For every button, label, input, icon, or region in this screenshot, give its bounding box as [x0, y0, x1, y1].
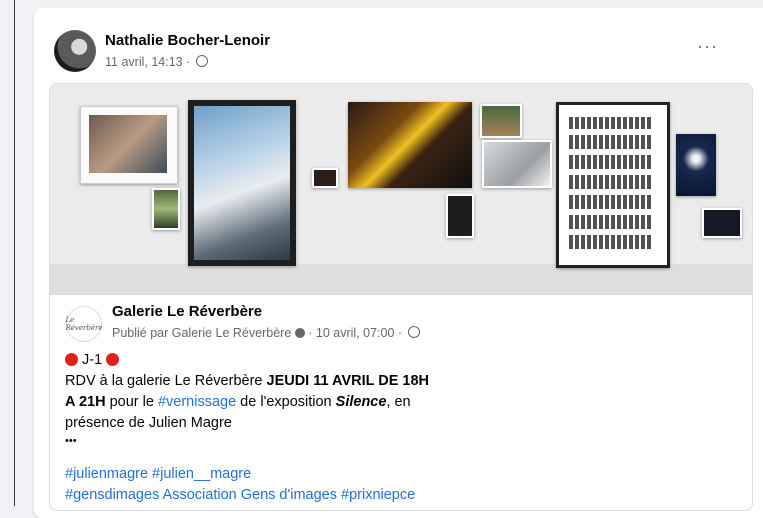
text-bold: A 21H	[65, 394, 106, 410]
text-ellipsis: •••	[65, 435, 77, 447]
countdown-text: J-1	[82, 352, 103, 368]
artwork	[188, 100, 296, 266]
hashtags: #julienmagre #julien__magre #gensdimages…	[65, 464, 415, 506]
facebook-post-card: Nathalie Bocher-Lenoir 11 avril, 14:13 ·…	[34, 8, 763, 518]
text-span: RDV à la galerie Le Réverbère	[65, 373, 267, 389]
artwork	[348, 102, 472, 188]
post-timestamp[interactable]: 11 avril, 14:13 ·	[105, 55, 190, 69]
shared-timestamp[interactable]: · 10 avril, 07:00 ·	[308, 326, 402, 340]
globe-icon	[195, 55, 208, 67]
artwork	[446, 194, 474, 238]
text-line: A 21H pour le #vernissage de l'expositio…	[65, 392, 745, 413]
text-span: de l'exposition	[236, 394, 336, 410]
page-name[interactable]: Galerie Le Réverbère	[112, 303, 262, 320]
text-italic: Silence	[335, 394, 387, 410]
artwork	[702, 208, 742, 238]
published-by[interactable]: Publié par Galerie Le Réverbère	[112, 326, 291, 340]
globe-icon	[407, 326, 420, 338]
text-span: , en	[386, 394, 411, 410]
gallery-floor	[50, 264, 752, 294]
text-line: présence de Julien Magre	[65, 415, 232, 431]
divider	[50, 294, 752, 295]
artwork	[152, 188, 180, 230]
hashtag-line[interactable]: #julienmagre #julien__magre	[65, 464, 415, 485]
text-bold: JEUDI 11 AVRIL DE 18H	[266, 373, 430, 389]
author-avatar[interactable]	[54, 30, 96, 72]
exhibition-photo[interactable]	[50, 84, 752, 294]
text-span: pour le	[105, 394, 158, 410]
shared-post-meta: Publié par Galerie Le Réverbère · 10 avr…	[112, 326, 420, 340]
artwork	[556, 102, 670, 268]
more-options-button[interactable]: ···	[697, 36, 718, 57]
post-text: J-1 RDV à la galerie Le Réverbère JEUDI …	[65, 350, 745, 448]
red-circle-icon	[106, 353, 120, 366]
text-line: RDV à la galerie Le Réverbère JEUDI 11 A…	[65, 371, 745, 392]
countdown-line: J-1	[65, 350, 745, 371]
verified-icon	[294, 328, 305, 338]
hashtag-link[interactable]: #vernissage	[158, 394, 236, 410]
window-edge	[14, 0, 15, 506]
artwork	[676, 134, 716, 196]
red-circle-icon	[65, 353, 78, 366]
artwork	[480, 104, 522, 138]
artwork	[312, 168, 338, 188]
artwork	[482, 140, 552, 188]
hashtag-line[interactable]: #gensdimages Association Gens d'images #…	[65, 485, 415, 506]
author-name[interactable]: Nathalie Bocher-Lenoir	[105, 32, 270, 49]
post-meta: 11 avril, 14:13 ·	[105, 55, 208, 69]
artwork	[80, 106, 178, 184]
shared-post[interactable]: Le Réverbère Galerie Le Réverbère Publié…	[49, 83, 753, 511]
page-avatar[interactable]: Le Réverbère	[66, 306, 102, 342]
